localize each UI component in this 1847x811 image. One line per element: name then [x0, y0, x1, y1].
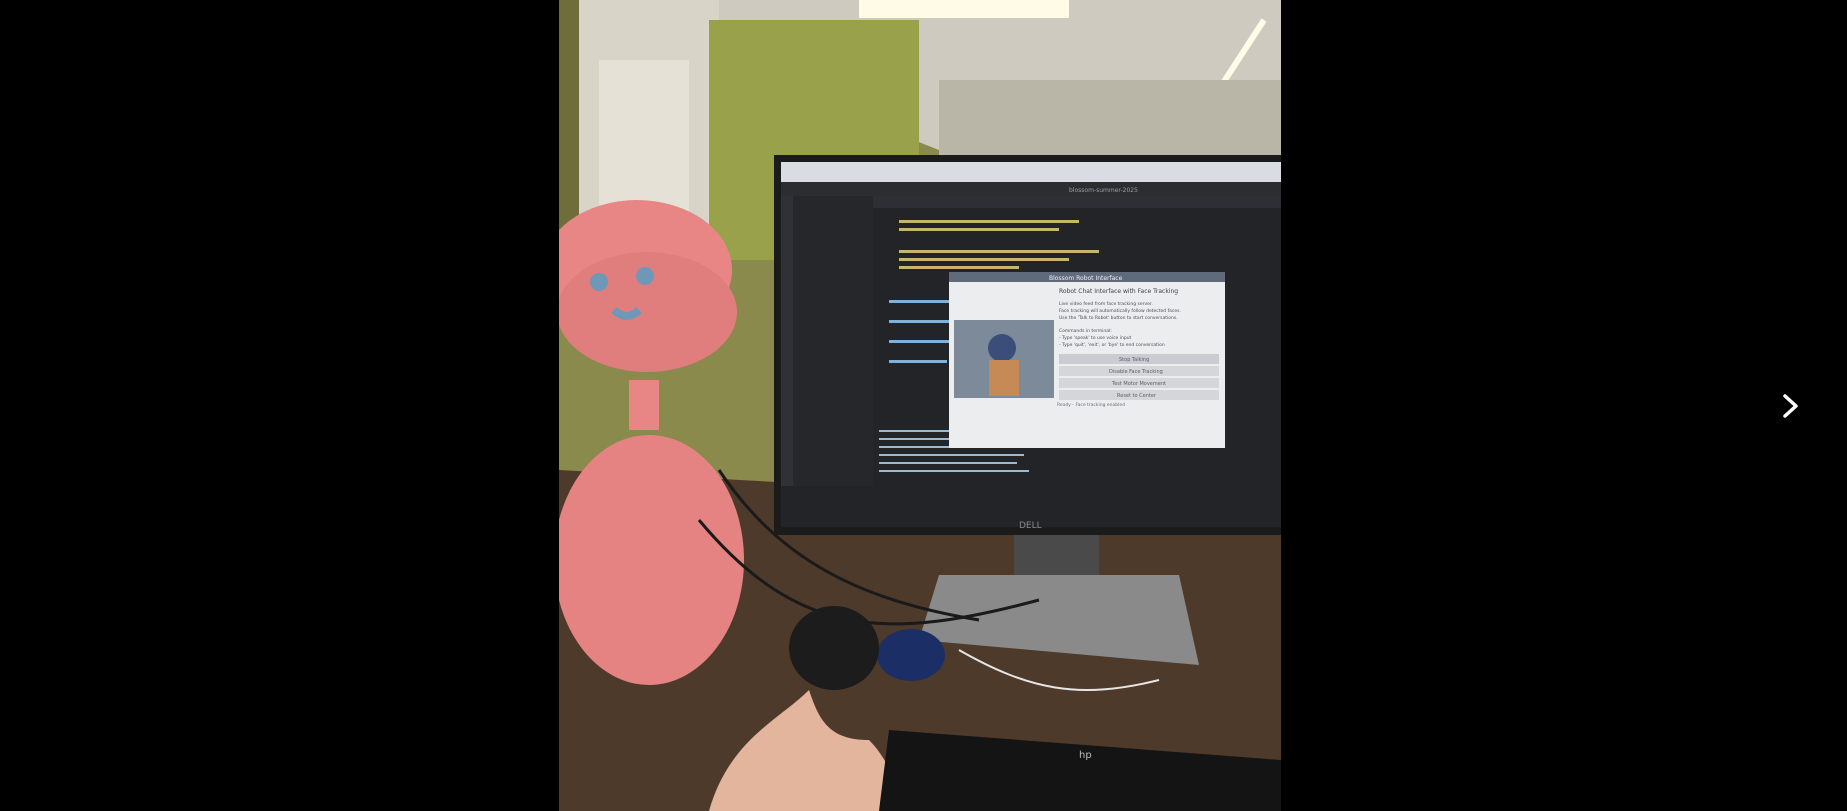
instruction-3: Use the 'Talk to Robot' button to start …: [1059, 315, 1178, 321]
search-text: blossom-summer-2025: [1069, 187, 1138, 194]
instruction-1: Live video feed from face tracking serve…: [1059, 301, 1153, 307]
test-motor-label: Test Motor Movement: [1111, 381, 1166, 387]
commands-heading: Commands in terminal:: [1059, 328, 1112, 334]
chevron-right-icon: [1782, 393, 1800, 419]
image-viewer: blossom-summer-2025 Blossom Robot Interf…: [0, 0, 1847, 811]
command-2: - Type 'quit', 'exit', or 'bye' to end c…: [1059, 342, 1165, 348]
reset-center-label: Reset to Center: [1117, 393, 1157, 399]
keyboard-brand: hp: [1079, 750, 1092, 761]
disable-face-tracking-label: Disable Face Tracking: [1109, 369, 1163, 375]
app-heading: Robot Chat Interface with Face Tracking: [1059, 288, 1178, 295]
command-1: - Type 'speak' to use voice input: [1059, 335, 1132, 341]
instruction-2: Face tracking will automatically follow …: [1059, 308, 1181, 314]
stop-talking-label: Stop Talking: [1119, 357, 1149, 363]
status-text: Ready - Face tracking enabled: [1057, 402, 1125, 408]
next-image-button[interactable]: [1770, 383, 1812, 429]
photo: blossom-summer-2025 Blossom Robot Interf…: [559, 0, 1281, 811]
window-title: Blossom Robot Interface: [1049, 275, 1123, 282]
monitor-brand: DELL: [1019, 521, 1042, 531]
